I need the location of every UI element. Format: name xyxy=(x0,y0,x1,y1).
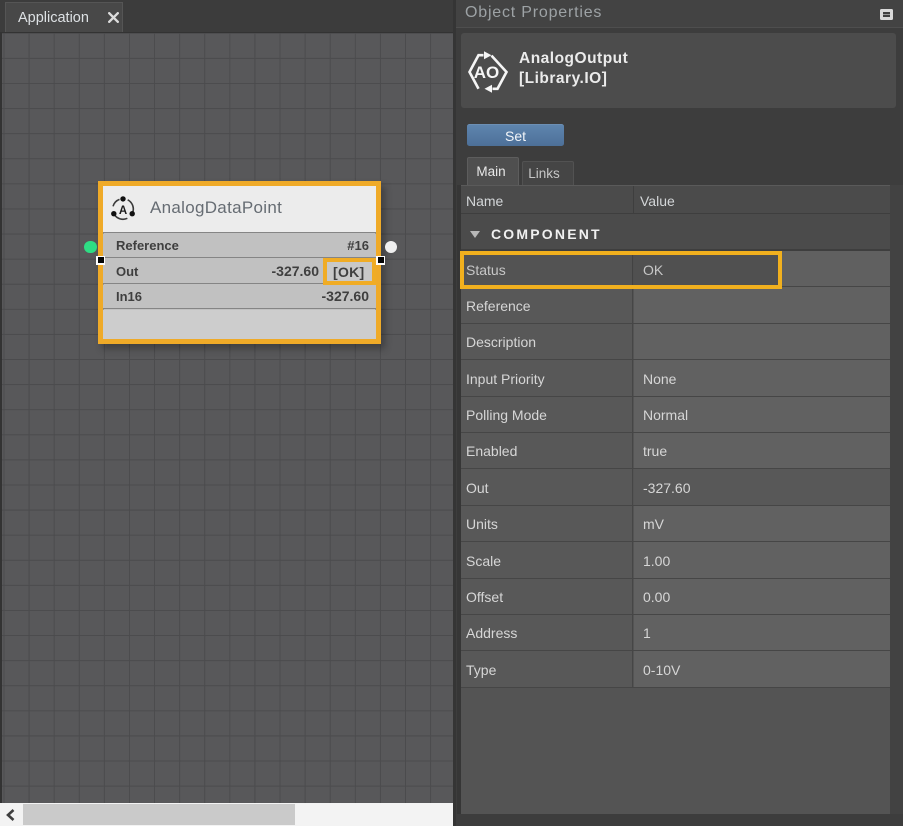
svg-text:A: A xyxy=(119,205,127,217)
svg-text:AO: AO xyxy=(474,63,500,82)
